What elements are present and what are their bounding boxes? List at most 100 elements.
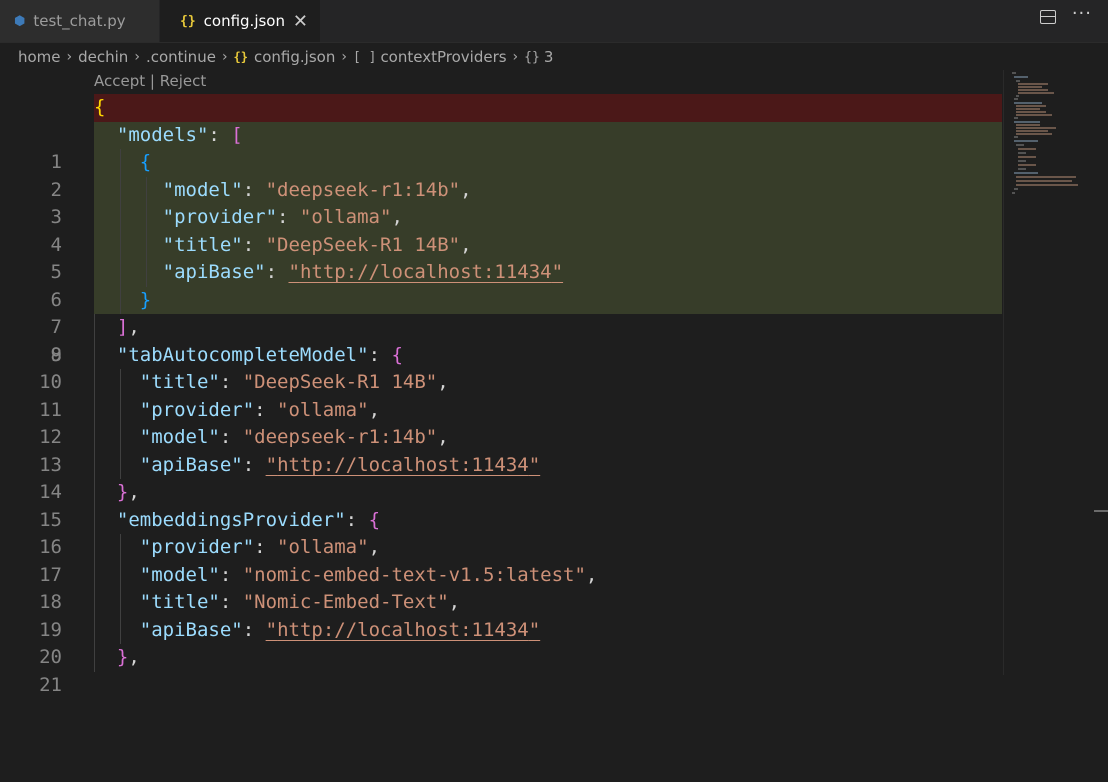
- line-text: "apiBase": "http://localhost:11434": [94, 617, 540, 645]
- code-editor[interactable]: 1 { 2 "models": [ 3 { 4 "model": "deepse…: [0, 94, 1002, 696]
- json-string: "Nomic-Embed-Text": [242, 591, 449, 613]
- json-string: "DeepSeek-R1 14B": [265, 233, 461, 256]
- line-text: {: [94, 149, 151, 177]
- breadcrumb-item-3[interactable]: 3: [544, 48, 554, 66]
- code-line: 7 "apiBase": "http://localhost:11434": [0, 259, 1002, 338]
- json-key: "title": [162, 233, 243, 256]
- json-key: "model": [162, 178, 243, 201]
- scrollbar-marker[interactable]: [1094, 510, 1108, 512]
- breadcrumb-item-context-providers[interactable]: contextProviders: [380, 48, 506, 66]
- accept-button[interactable]: Accept: [94, 72, 145, 90]
- bracket: ]: [116, 316, 129, 338]
- json-quote: ": [528, 453, 541, 476]
- minimap-line: [1014, 76, 1028, 78]
- code-line: 11 "title": "DeepSeek-R1 14B",: [0, 369, 1002, 421]
- json-key: "apiBase": [139, 453, 243, 476]
- tab-config-json[interactable]: {} config.json ✕: [160, 0, 320, 42]
- codelens-separator: |: [145, 72, 160, 90]
- code-line: 13 "model": "deepseek-r1:14b",: [0, 424, 1002, 476]
- colon: :: [242, 453, 266, 476]
- code-line: 3 {: [0, 149, 1002, 228]
- colon: :: [368, 343, 392, 366]
- more-actions-icon[interactable]: ···: [1072, 3, 1092, 24]
- minimap-line: [1018, 164, 1036, 166]
- brace: {: [139, 151, 152, 173]
- line-text: "provider": "ollama",: [94, 204, 403, 232]
- chevron-right-icon: ›: [341, 49, 347, 65]
- tab-test-chat-py[interactable]: ⬢ test_chat.py: [0, 0, 160, 42]
- line-text: "embeddingsProvider": {: [94, 507, 380, 535]
- minimap[interactable]: [1003, 70, 1100, 675]
- code-line: 19 "title": "Nomic-Embed-Text",: [0, 589, 1002, 641]
- colon: :: [265, 261, 289, 283]
- breadcrumb-item-continue[interactable]: .continue: [146, 48, 216, 66]
- codelens: Accept | Reject: [94, 72, 206, 90]
- code-line: 5 "provider": "ollama",: [0, 204, 1002, 283]
- code-line: 14 "apiBase": "http://localhost:11434": [0, 451, 1002, 503]
- breadcrumb-item-home[interactable]: home: [18, 48, 61, 66]
- line-text: "model": "deepseek-r1:14b",: [94, 424, 449, 452]
- comma: ,: [391, 206, 403, 228]
- colon: :: [345, 508, 369, 531]
- line-text: "title": "Nomic-Embed-Text",: [94, 589, 460, 617]
- json-key: "provider": [139, 398, 255, 421]
- colon: :: [242, 233, 266, 256]
- code-line: 12 "provider": "ollama",: [0, 396, 1002, 448]
- json-key: "provider": [139, 536, 255, 558]
- url-link[interactable]: http://localhost:11434: [277, 619, 529, 641]
- minimap-line: [1018, 168, 1026, 170]
- url-link[interactable]: http://localhost:11434: [277, 454, 529, 476]
- minimap-line: [1016, 108, 1040, 110]
- json-key: "apiBase": [162, 261, 266, 283]
- minimap-line: [1016, 124, 1040, 126]
- close-icon[interactable]: ✕: [293, 11, 308, 32]
- brace: }: [139, 288, 152, 311]
- minimap-line: [1016, 80, 1020, 82]
- comma: ,: [437, 426, 449, 448]
- json-quote: ": [265, 453, 278, 476]
- code-line: 15 },: [0, 479, 1002, 531]
- editor-actions: ···: [1039, 3, 1092, 24]
- line-text: },: [94, 644, 140, 672]
- comma: ,: [460, 233, 472, 256]
- line-text: "model": "deepseek-r1:14b",: [94, 177, 472, 205]
- minimap-line: [1016, 130, 1048, 132]
- minimap-line: [1016, 111, 1046, 113]
- code-line: 21 },: [0, 644, 1002, 696]
- minimap-line: [1018, 160, 1026, 162]
- line-text: }: [94, 287, 151, 315]
- python-icon: ⬢: [14, 13, 26, 29]
- reject-button[interactable]: Reject: [160, 72, 207, 90]
- colon: :: [208, 123, 232, 146]
- json-key: "embeddingsProvider": [116, 508, 346, 531]
- line-text: ],: [94, 314, 140, 342]
- deleted-line-highlight: [94, 94, 1002, 122]
- url-link[interactable]: http://localhost:11434: [300, 261, 552, 283]
- breadcrumb-item-dechin[interactable]: dechin: [78, 48, 128, 66]
- minimap-line: [1014, 136, 1018, 138]
- colon: :: [219, 591, 243, 613]
- code-line: 18 "model": "nomic-embed-text-v1.5:lates…: [0, 561, 1002, 613]
- json-string: "ollama": [299, 206, 392, 228]
- colon: :: [219, 371, 243, 393]
- json-quote: ": [288, 261, 300, 283]
- line-text: {: [94, 94, 105, 122]
- minimap-line: [1012, 192, 1015, 194]
- code-line: 2 "models": [: [0, 121, 1002, 201]
- breadcrumb-item-config-json[interactable]: config.json: [254, 48, 335, 66]
- tab-label: config.json: [203, 12, 285, 30]
- minimap-line: [1014, 98, 1018, 100]
- json-key: "model": [139, 563, 220, 586]
- comma: ,: [437, 371, 449, 393]
- added-line-highlight: [94, 286, 1002, 314]
- line-text: "model": "nomic-embed-text-v1.5:latest",: [94, 562, 598, 590]
- minimap-line: [1018, 89, 1048, 91]
- split-editor-icon[interactable]: [1039, 9, 1056, 24]
- json-key: "model": [139, 426, 220, 448]
- colon: :: [242, 178, 266, 201]
- code-line: 9 ],: [0, 314, 1002, 366]
- code-line: 10 "tabAutocompleteModel": {: [0, 341, 1002, 393]
- line-text: },: [94, 479, 140, 507]
- json-key: "title": [139, 371, 220, 393]
- bracket: [: [231, 123, 243, 146]
